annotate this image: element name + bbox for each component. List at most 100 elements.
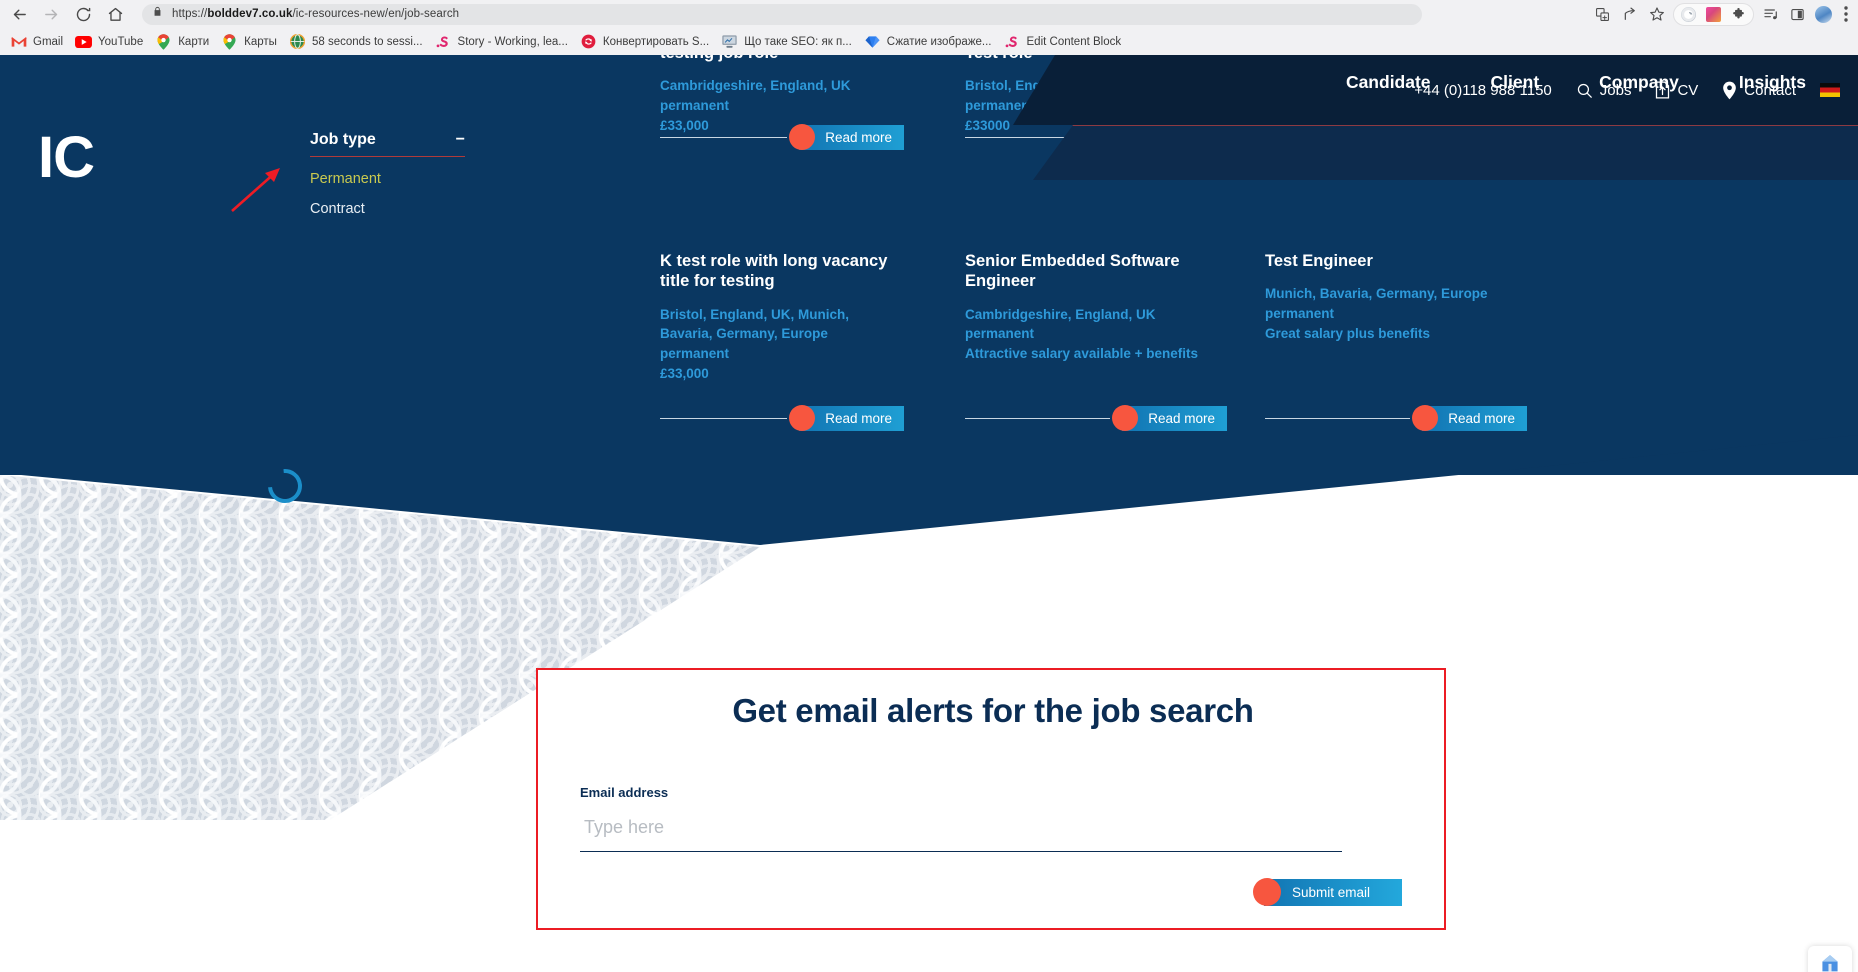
extension-grammarly-icon[interactable] bbox=[1681, 6, 1696, 22]
job-title[interactable]: testing job role bbox=[660, 55, 904, 63]
extensions-puzzle-icon[interactable] bbox=[1731, 7, 1746, 22]
share-icon[interactable] bbox=[1616, 1, 1643, 27]
globe-icon bbox=[289, 34, 306, 50]
accent-dot-icon bbox=[789, 124, 815, 150]
job-type: permanent bbox=[660, 346, 730, 362]
bookmark-label: Карты bbox=[244, 35, 277, 48]
bookmark-convert[interactable]: Конвертировать S... bbox=[576, 31, 717, 53]
extension-gradient-icon[interactable] bbox=[1706, 6, 1721, 22]
bookmark-label: 58 seconds to sessi... bbox=[311, 35, 423, 48]
bookmark-image-compress[interactable]: Сжатие изображе... bbox=[860, 31, 1000, 53]
read-more-button[interactable]: Read more bbox=[789, 124, 904, 150]
divider-line bbox=[660, 418, 787, 419]
submit-email-label: Submit email bbox=[1292, 885, 1371, 900]
translate-icon[interactable] bbox=[1589, 1, 1616, 27]
job-card[interactable]: testing job role Cambridgeshire, England… bbox=[660, 55, 904, 150]
alerts-title: Get email alerts for the job search bbox=[732, 692, 1254, 729]
main-nav-links: Candidate Client Company Insights bbox=[1316, 55, 1836, 110]
job-location: Cambridgeshire, England, UK bbox=[660, 78, 851, 94]
bookmark-edit-content-block[interactable]: Edit Content Block bbox=[1000, 31, 1130, 53]
filter-option-permanent[interactable]: Permanent bbox=[310, 171, 510, 187]
card-footer: Read more bbox=[660, 124, 904, 150]
job-location: Cambridgeshire, England, UK bbox=[965, 306, 1156, 322]
card-footer: Read more bbox=[660, 405, 904, 431]
back-arrow-icon[interactable] bbox=[6, 1, 32, 27]
filter-header[interactable]: Job type − bbox=[310, 131, 465, 157]
read-more-label: Read more bbox=[1448, 411, 1515, 426]
bookmark-maps-ua[interactable]: Карти bbox=[151, 31, 217, 53]
lock-icon bbox=[152, 5, 163, 23]
bookmark-maps-ru[interactable]: Карты bbox=[217, 31, 285, 53]
job-title[interactable]: Test Engineer bbox=[1265, 251, 1527, 271]
site-logo[interactable]: IC bbox=[38, 129, 95, 187]
job-type: permanent bbox=[660, 98, 730, 114]
job-meta: Bristol, England, UK, Munich, Bavaria, G… bbox=[660, 305, 904, 383]
gmail-icon bbox=[10, 34, 27, 50]
read-more-button[interactable]: Read more bbox=[789, 405, 904, 431]
bookmark-youtube[interactable]: YouTube bbox=[71, 31, 151, 53]
address-bar[interactable]: https://bolddev7.co.uk/ic-resources-new/… bbox=[142, 3, 1422, 25]
job-type: permanent bbox=[965, 326, 1035, 342]
bookmark-58-seconds[interactable]: 58 seconds to sessi... bbox=[285, 31, 431, 53]
reading-list-icon[interactable] bbox=[1757, 1, 1784, 27]
job-card[interactable]: K test role with long vacancy title for … bbox=[660, 251, 904, 431]
nav-item-candidate[interactable]: Candidate bbox=[1316, 72, 1461, 93]
corner-chat-widget[interactable] bbox=[1808, 946, 1852, 972]
url-text: https://bolddev7.co.uk/ic-resources-new/… bbox=[172, 8, 460, 20]
bookmark-label: Gmail bbox=[33, 35, 64, 48]
nav-item-client[interactable]: Client bbox=[1461, 72, 1570, 93]
nav-item-company[interactable]: Company bbox=[1569, 72, 1709, 93]
s-logo-icon bbox=[1004, 34, 1021, 50]
job-meta: Cambridgeshire, England, UK permanent At… bbox=[965, 305, 1227, 364]
card-footer: Read more bbox=[1265, 405, 1527, 431]
email-field-label: Email address bbox=[580, 785, 669, 800]
email-input[interactable] bbox=[580, 810, 1342, 852]
submit-email-button[interactable]: Submit email bbox=[1253, 878, 1402, 906]
bookmark-label: Сжатие изображе... bbox=[886, 35, 992, 48]
site-header-main-nav bbox=[1033, 125, 1858, 180]
filter-option-contract[interactable]: Contract bbox=[310, 201, 510, 217]
job-card[interactable]: Senior Embedded Software Engineer Cambri… bbox=[965, 251, 1227, 431]
email-alerts-panel: Get email alerts for the job search Emai… bbox=[536, 668, 1446, 930]
filter-title: Job type bbox=[310, 131, 376, 148]
site-header: +44 (0)118 988 1150 Jobs CV Contact Cand… bbox=[1013, 55, 1858, 180]
job-salary: Great salary plus benefits bbox=[1265, 325, 1431, 341]
bookmark-label: Edit Content Block bbox=[1026, 35, 1122, 48]
home-icon[interactable] bbox=[102, 1, 128, 27]
accent-dot-icon bbox=[1412, 405, 1438, 431]
job-title[interactable]: Senior Embedded Software Engineer bbox=[965, 251, 1227, 292]
bookmark-seo[interactable]: Що таке SEO: як п... bbox=[717, 31, 860, 53]
s-logo-icon bbox=[435, 34, 452, 50]
divider-line bbox=[1265, 418, 1410, 419]
reload-icon[interactable] bbox=[70, 1, 96, 27]
read-more-label: Read more bbox=[1148, 411, 1215, 426]
divider-line bbox=[965, 418, 1110, 419]
bookmark-label: YouTube bbox=[98, 35, 144, 48]
bookmark-story[interactable]: Story - Working, lea... bbox=[431, 31, 576, 53]
job-title[interactable]: K test role with long vacancy title for … bbox=[660, 251, 904, 292]
maps-pin-icon bbox=[221, 33, 238, 50]
browser-toolbar-right bbox=[1589, 0, 1856, 28]
accent-dot-icon bbox=[789, 405, 815, 431]
job-salary: £33,000 bbox=[660, 365, 709, 381]
read-more-label: Read more bbox=[825, 411, 892, 426]
forward-arrow-icon[interactable] bbox=[38, 1, 64, 27]
extensions-group bbox=[1673, 2, 1754, 26]
job-meta: Munich, Bavaria, Germany, Europe permane… bbox=[1265, 284, 1527, 343]
collapse-toggle-icon[interactable]: − bbox=[456, 131, 465, 149]
sidepanel-icon[interactable] bbox=[1784, 1, 1811, 27]
profile-avatar[interactable] bbox=[1815, 5, 1832, 23]
browser-menu-icon[interactable] bbox=[1836, 1, 1856, 27]
bookmark-gmail[interactable]: Gmail bbox=[6, 31, 71, 53]
page-viewport: IC Job type − Permanent Contract testing… bbox=[0, 55, 1858, 972]
red-arrow-annotation bbox=[228, 165, 288, 220]
job-card[interactable]: Test Engineer Munich, Bavaria, Germany, … bbox=[1265, 251, 1527, 431]
maps-pin-icon bbox=[155, 33, 172, 50]
read-more-button[interactable]: Read more bbox=[1412, 405, 1527, 431]
browser-nav-row: https://bolddev7.co.uk/ic-resources-new/… bbox=[0, 0, 1858, 28]
star-icon[interactable] bbox=[1643, 1, 1670, 27]
read-more-button[interactable]: Read more bbox=[1112, 405, 1227, 431]
bookmark-label: Що таке SEO: як п... bbox=[744, 35, 852, 48]
nav-item-insights[interactable]: Insights bbox=[1709, 72, 1836, 93]
bookmark-label: Карти bbox=[178, 35, 210, 48]
